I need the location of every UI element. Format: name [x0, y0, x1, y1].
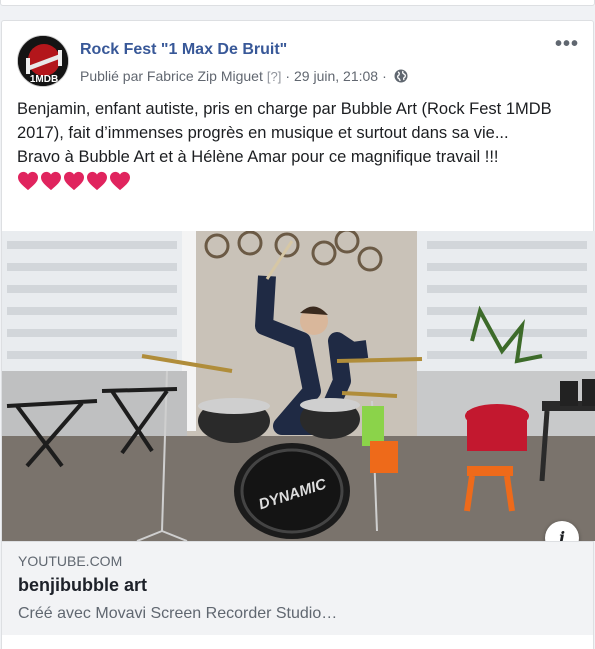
globe-icon[interactable]: [394, 69, 408, 83]
post-meta: Publié par Fabrice Zip Miguet [?] · 29 j…: [80, 68, 408, 84]
author-marker[interactable]: [?]: [267, 69, 281, 84]
heart-emoji-icon: [41, 171, 61, 191]
meta-separator: ·: [285, 68, 291, 84]
link-title[interactable]: benjibubble art: [18, 575, 147, 596]
post-text: Benjamin, enfant autiste, pris en charge…: [17, 97, 577, 191]
video-thumbnail[interactable]: DYNAMIC: [2, 231, 595, 541]
avatar-logo-text: 1MDB: [30, 74, 58, 85]
more-options-button[interactable]: •••: [553, 34, 581, 59]
post-text-line: Benjamin, enfant autiste, pris en charge…: [17, 100, 557, 142]
post-text-line: Bravo à Bubble Art et à Hélène Amar pour…: [17, 148, 499, 166]
heart-emoji-icon: [110, 171, 130, 191]
feed-post: 1MDB Rock Fest "1 Max De Bruit" Publié p…: [1, 20, 595, 649]
post-header: 1MDB Rock Fest "1 Max De Bruit" Publié p…: [17, 34, 581, 89]
previous-post-edge: [0, 0, 595, 6]
post-timestamp[interactable]: 29 juin, 21:08: [294, 68, 378, 84]
drummer-scene-image: DYNAMIC: [2, 231, 595, 541]
page-avatar[interactable]: 1MDB: [17, 35, 69, 87]
hearts-row: [17, 171, 577, 191]
page-name-link[interactable]: Rock Fest "1 Max De Bruit": [80, 41, 287, 59]
rock-fest-logo-icon: 1MDB: [18, 36, 68, 86]
link-description: Créé avec Movavi Screen Recorder Studio…: [18, 605, 338, 622]
link-domain: YOUTUBE.COM: [18, 553, 123, 569]
link-preview[interactable]: YOUTUBE.COM benjibubble art Créé avec Mo…: [2, 541, 593, 635]
heart-emoji-icon: [18, 171, 38, 191]
published-by[interactable]: Publié par Fabrice Zip Miguet: [80, 68, 263, 84]
meta-separator: ·: [382, 68, 387, 84]
heart-emoji-icon: [64, 171, 84, 191]
heart-emoji-icon: [87, 171, 107, 191]
